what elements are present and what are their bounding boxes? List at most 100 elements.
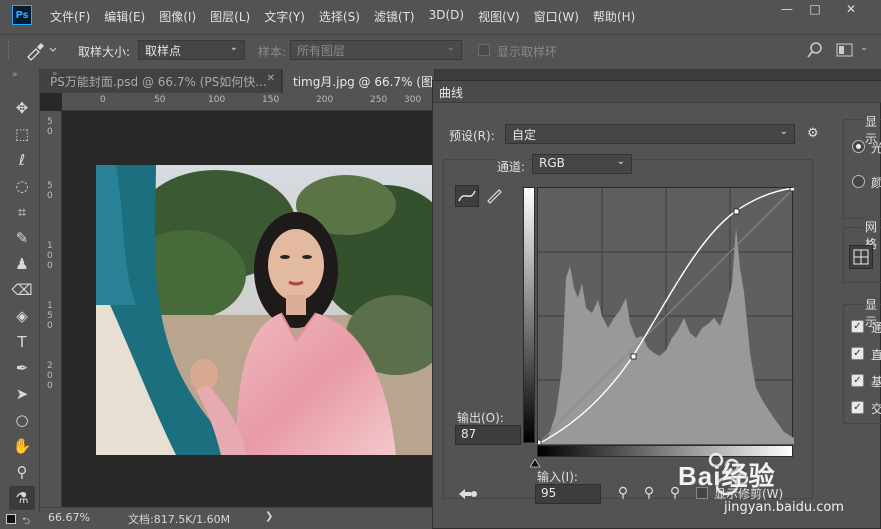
menu-file[interactable]: 文件(F) (50, 8, 90, 25)
ruler-label: 150 (262, 95, 280, 105)
menu-select[interactable]: 选择(S) (319, 8, 360, 25)
status-menu-arrow[interactable]: ❯ (265, 511, 273, 522)
marquee-tool-icon[interactable]: ⬚ (9, 122, 35, 146)
zoom-tool-icon[interactable]: ⚲ (9, 460, 35, 484)
chevron-down-icon: ⌄ (446, 42, 455, 53)
type-tool-icon[interactable]: T (9, 330, 35, 354)
ruler-label: 0 (47, 371, 53, 381)
overlay-label: 通 (871, 321, 881, 335)
stamp-tool-icon[interactable]: ♟ (9, 252, 35, 276)
dialog-title[interactable]: 曲线 (433, 81, 881, 103)
intersection-checkbox[interactable]: ✓ (851, 401, 864, 414)
on-image-adjust-icon[interactable] (457, 486, 479, 502)
foreground-color[interactable] (6, 514, 16, 524)
sample-size-select[interactable]: 取样点 ⌄ (138, 40, 245, 60)
curve-mode-button[interactable] (455, 185, 479, 207)
color-swatches[interactable]: ⮌ (0, 512, 40, 529)
tab-label: PS万能封面.psd @ 66.7% (PS如何快... (50, 75, 267, 89)
close-button[interactable]: ✕ (838, 2, 864, 20)
minimize-button[interactable]: — (774, 2, 800, 20)
ellipse-tool-icon[interactable]: ○ (9, 408, 35, 432)
baseline-checkbox[interactable]: ✓ (851, 374, 864, 387)
lasso-tool-icon[interactable]: ℓ (9, 148, 35, 172)
menu-help[interactable]: 帮助(H) (593, 8, 635, 25)
quick-select-tool-icon[interactable]: ◌ (9, 174, 35, 198)
output-label: 输出(O): (457, 411, 504, 425)
input-label: 输入(I): (537, 470, 578, 484)
gray-eyedropper-icon[interactable]: ⚲ (640, 485, 658, 503)
collapse-icon[interactable]: » (12, 70, 18, 80)
move-tool-icon[interactable]: ✥ (9, 96, 35, 120)
black-eyedropper-icon[interactable]: ⚲ (614, 485, 632, 503)
chevron-down-icon: ⌄ (229, 42, 238, 53)
menu-image[interactable]: 图像(I) (159, 8, 196, 25)
baidu-url: jingyan.baidu.com (724, 500, 844, 515)
menu-3d[interactable]: 3D(D) (429, 8, 464, 25)
crop-tool-icon[interactable]: ⌗ (9, 200, 35, 224)
preset-label: 预设(R): (449, 129, 495, 143)
eraser-tool-icon[interactable]: ⌫ (9, 278, 35, 302)
preset-select[interactable]: 自定 ⌄ (505, 124, 795, 144)
sample-value: 所有图层 (297, 44, 346, 58)
hand-tool-icon[interactable]: ✋ (9, 434, 35, 458)
ruler-vertical: 5 0 5 0 1 0 0 1 5 0 2 0 0 (40, 111, 62, 507)
tab-jpg[interactable]: timg月.jpg @ 66.7% (图层 (283, 69, 435, 93)
zoom-level[interactable]: 66.67% (48, 511, 90, 524)
intersection-label: 交 (871, 402, 881, 416)
search-icon[interactable] (806, 41, 824, 59)
overlay-checkbox[interactable]: ✓ (851, 320, 864, 333)
ruler-label: 5 (47, 311, 53, 321)
menu-filter[interactable]: 滤镜(T) (374, 8, 415, 25)
output-field[interactable]: 87 (455, 425, 521, 445)
menu-type[interactable]: 文字(Y) (264, 8, 305, 25)
show-ring-checkbox[interactable] (478, 44, 490, 56)
options-bar: 取样大小: 取样点 ⌄ 样本: 所有图层 ⌄ 显示取样环 ⌄ (0, 34, 881, 65)
pencil-mode-button[interactable] (483, 185, 507, 207)
menu-list: 文件(F) 编辑(E) 图像(I) 图层(L) 文字(Y) 选择(S) 滤镜(T… (50, 8, 649, 25)
sample-size-value: 取样点 (145, 44, 182, 58)
baseline-label: 基 (871, 375, 881, 389)
eyedropper-tool-icon[interactable]: ⚗ (9, 486, 35, 510)
grid-button[interactable] (849, 245, 873, 269)
ruler-label: 100 (208, 95, 226, 105)
channel-select[interactable]: RGB ⌄ (532, 154, 632, 174)
sample-select[interactable]: 所有图层 ⌄ (290, 40, 462, 60)
healing-tool-icon[interactable]: ✎ (9, 226, 35, 250)
ruler-label: 0 (47, 321, 53, 331)
sample-label: 样本: (258, 45, 287, 59)
chevron-down-icon[interactable]: ⌄ (860, 42, 868, 53)
tool-preset-picker[interactable] (22, 39, 62, 61)
curves-histogram (535, 185, 796, 446)
light-radio[interactable] (852, 140, 865, 153)
status-bar: 66.67% 文档:817.5K/1.60M ❯ (40, 507, 432, 529)
chevron-down-icon: ⌄ (616, 156, 625, 167)
ruler-label: 50 (154, 95, 166, 105)
curve-icon (458, 190, 476, 202)
preset-value: 自定 (512, 128, 537, 142)
document-image[interactable] (96, 165, 432, 455)
restore-button[interactable]: □ (802, 2, 828, 20)
menu-layer[interactable]: 图层(L) (210, 8, 250, 25)
input-field[interactable]: 95 (535, 484, 601, 504)
swap-colors-icon[interactable]: ⮌ (22, 514, 30, 529)
close-icon[interactable]: ✕ (267, 73, 275, 84)
path-select-tool-icon[interactable]: ➤ (9, 382, 35, 406)
pen-tool-icon[interactable]: ✒ (9, 356, 35, 380)
workspace-icon[interactable] (836, 42, 854, 58)
gear-icon[interactable]: ⚙ (807, 126, 819, 141)
black-point-slider[interactable] (529, 457, 541, 468)
histogram-checkbox[interactable]: ✓ (851, 347, 864, 360)
output-gradient (523, 187, 535, 443)
histogram-label: 直 (871, 348, 881, 362)
sample-size-label: 取样大小: (78, 45, 131, 59)
tab-psd[interactable]: PS万能封面.psd @ 66.7% (PS如何快... ✕ (40, 69, 282, 93)
ruler-label: 200 (316, 95, 334, 105)
pigment-radio[interactable] (852, 175, 865, 188)
menu-window[interactable]: 窗口(W) (534, 8, 579, 25)
ruler-label: 0 (100, 95, 106, 105)
menu-view[interactable]: 视图(V) (478, 8, 520, 25)
document-size: 文档:817.5K/1.60M (128, 513, 231, 526)
menu-edit[interactable]: 编辑(E) (104, 8, 145, 25)
paint-bucket-tool-icon[interactable]: ◈ (9, 304, 35, 328)
curves-graph[interactable] (535, 185, 796, 446)
